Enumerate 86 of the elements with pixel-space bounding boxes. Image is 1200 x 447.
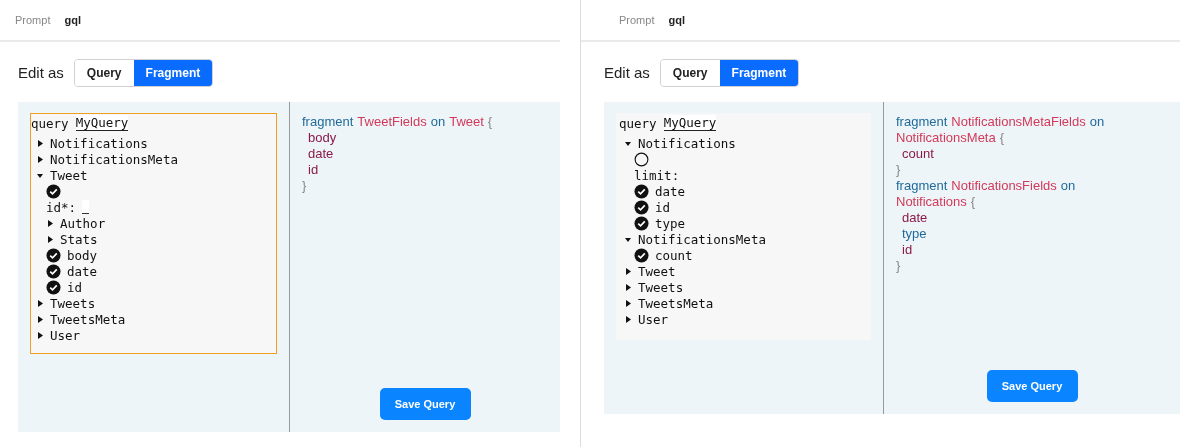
checked-circle-icon[interactable]: [46, 279, 61, 295]
caret-right-icon[interactable]: [624, 315, 632, 323]
code-field: date: [308, 146, 334, 162]
code-type-name: NotificationsMeta: [896, 130, 996, 146]
prompt-label: Prompt: [619, 14, 655, 26]
tree-field[interactable]: Tweet: [50, 167, 88, 183]
checked-circle-icon[interactable]: [634, 199, 649, 215]
caret-down-icon[interactable]: [624, 139, 632, 147]
tree-field[interactable]: Notifications: [638, 135, 736, 151]
code-brace: {: [970, 194, 976, 210]
caret-right-icon[interactable]: [36, 139, 44, 147]
caret-right-icon[interactable]: [624, 267, 632, 275]
caret-down-icon[interactable]: [624, 235, 632, 243]
tree-field[interactable]: TweetsMeta: [50, 311, 126, 327]
prompt-value: gql: [668, 14, 685, 26]
tree-field[interactable]: NotificationsMeta: [638, 231, 766, 247]
tree-field[interactable]: Tweets: [50, 295, 96, 311]
tree-field[interactable]: type: [655, 215, 686, 231]
save-query-button[interactable]: Save Query: [379, 388, 471, 420]
code-type-name: TweetFields: [357, 114, 427, 130]
argument-input[interactable]: [82, 200, 90, 214]
caret-right-icon[interactable]: [624, 283, 632, 291]
caret-right-icon[interactable]: [36, 155, 44, 163]
save-query-button[interactable]: Save Query: [986, 370, 1078, 402]
code-type-name: NotificationsFields: [951, 178, 1057, 194]
tree-field[interactable]: date: [67, 263, 98, 279]
code-field: id: [902, 242, 913, 258]
caret-right-icon[interactable]: [36, 299, 44, 307]
code-field: count: [902, 146, 934, 162]
tree-field[interactable]: Tweets: [638, 279, 684, 295]
code-field: date: [902, 210, 928, 226]
tree-field[interactable]: Notifications: [50, 135, 148, 151]
caret-right-icon[interactable]: [46, 235, 54, 243]
checked-circle-icon[interactable]: [634, 183, 649, 199]
tree-field[interactable]: TweetsMeta: [638, 295, 714, 311]
caret-down-icon[interactable]: [36, 171, 44, 179]
tree-field[interactable]: NotificationsMeta: [50, 151, 178, 167]
checked-circle-icon[interactable]: [46, 247, 61, 263]
tree-field[interactable]: id: [655, 199, 671, 215]
code-field: id: [308, 162, 319, 178]
code-keyword: fragment: [896, 178, 948, 194]
caret-right-icon[interactable]: [46, 219, 54, 227]
code-type-name: Notifications: [896, 194, 967, 210]
edit-as-label: Edit as: [604, 64, 650, 81]
tree-field[interactable]: body: [67, 247, 98, 263]
edit-as-label: Edit as: [18, 64, 64, 81]
caret-right-icon[interactable]: [36, 315, 44, 323]
query-name-field[interactable]: MyQuery: [663, 115, 717, 131]
code-type-name: Tweet: [449, 114, 484, 130]
code-keyword: on: [1089, 114, 1105, 130]
argument-label: limit:: [634, 167, 680, 183]
checked-circle-icon[interactable]: [634, 247, 649, 263]
checked-circle-icon[interactable]: [46, 183, 61, 199]
checked-circle-icon[interactable]: [634, 215, 649, 231]
code-brace: }: [896, 162, 901, 178]
code-keyword: type: [902, 226, 927, 242]
checked-circle-icon[interactable]: [46, 263, 61, 279]
query-name-field[interactable]: MyQuery: [75, 115, 129, 131]
tree-field[interactable]: User: [638, 311, 669, 327]
code-keyword: on: [430, 114, 446, 130]
code-brace: {: [999, 130, 1005, 146]
prompt-value: gql: [64, 14, 81, 26]
tree-field[interactable]: Tweet: [638, 263, 676, 279]
argument-label: id*:: [46, 199, 77, 215]
code-type-name: NotificationsMetaFields: [951, 114, 1086, 130]
tree-field[interactable]: Stats: [60, 231, 98, 247]
tree-field[interactable]: Author: [60, 215, 106, 231]
tree-field[interactable]: date: [655, 183, 686, 199]
query-keyword: query: [619, 115, 657, 131]
tree-field[interactable]: count: [655, 247, 693, 263]
code-brace: }: [896, 258, 901, 274]
mode-tab[interactable]: Fragment: [719, 59, 799, 86]
caret-right-icon[interactable]: [624, 299, 632, 307]
mode-tab[interactable]: Fragment: [133, 59, 213, 86]
code-field: body: [308, 130, 337, 146]
tree-field[interactable]: id: [67, 279, 83, 295]
code-keyword: on: [1060, 178, 1076, 194]
query-keyword: query: [31, 115, 69, 131]
empty-circle-icon[interactable]: [634, 151, 649, 167]
caret-right-icon[interactable]: [36, 331, 44, 339]
code-keyword: fragment: [896, 114, 948, 130]
code-keyword: fragment: [302, 114, 354, 130]
tree-field[interactable]: User: [50, 327, 81, 343]
code-brace: {: [487, 114, 493, 130]
code-brace: }: [302, 178, 307, 194]
prompt-label: Prompt: [15, 14, 51, 26]
